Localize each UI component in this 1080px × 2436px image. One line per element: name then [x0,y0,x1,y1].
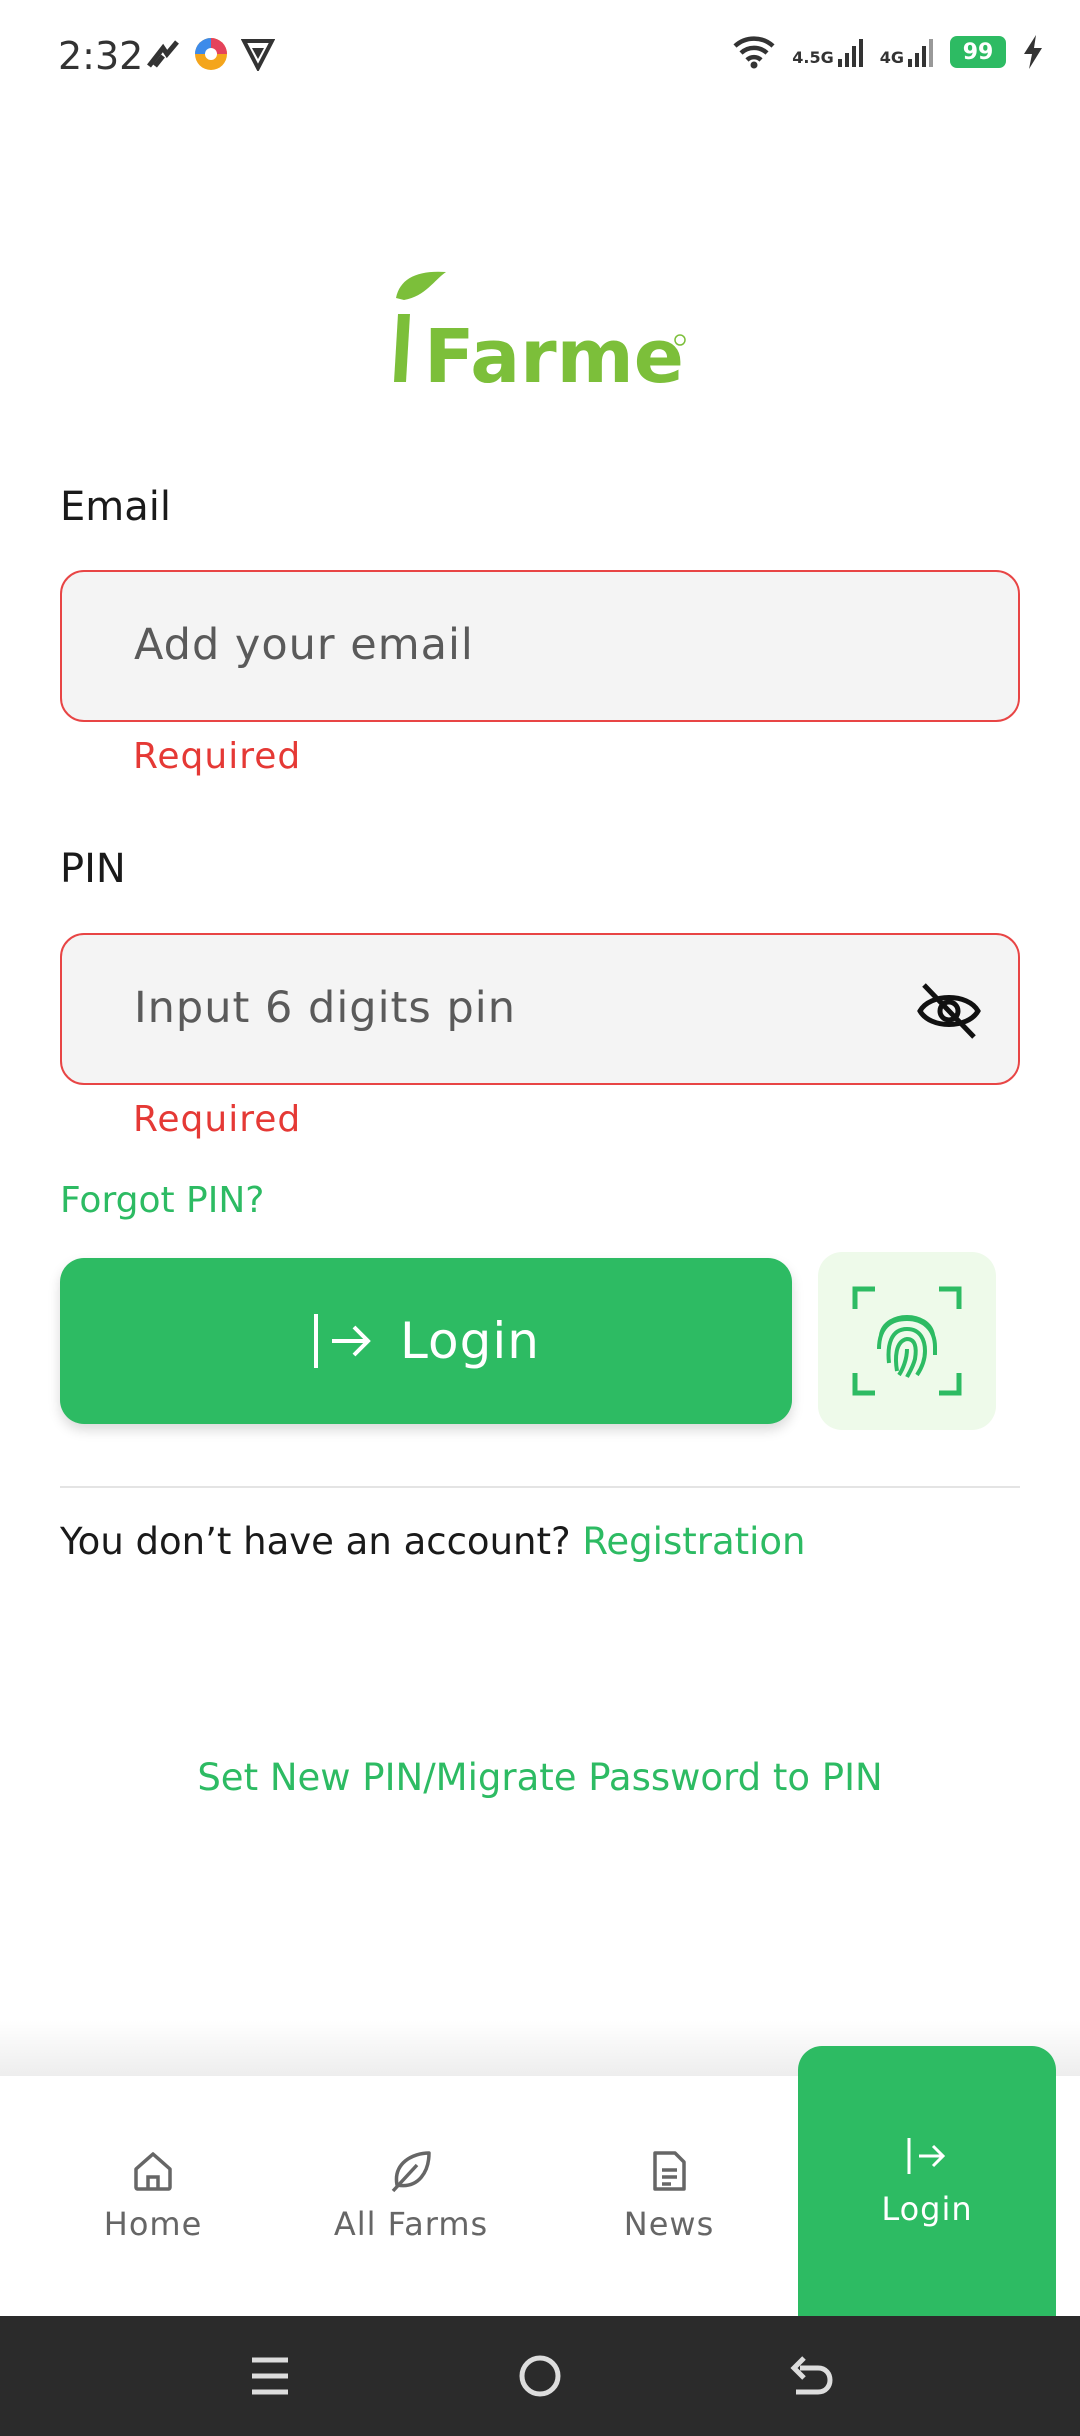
notification-icon [147,40,179,68]
pin-field[interactable]: Input 6 digits pin [60,933,1020,1085]
pin-error: Required [133,1099,302,1140]
pin-placeholder: Input 6 digits pin [134,983,516,1033]
signal-2-label: 4G [879,48,904,67]
status-right-icons: 4.5G 4G 99 [732,34,1044,70]
login-screen: 2:32 4.5G 4G 99 Farme Email Add your ema… [0,0,1080,2436]
document-icon [653,2151,686,2191]
signal-1-label: 4.5G [792,48,834,67]
charging-icon [1024,35,1042,69]
signup-row: You don’t have an account? Registration [60,1520,806,1563]
logo-text: Farmer [424,314,690,388]
nav-item-news[interactable]: News [540,2076,798,2316]
status-left-icons [145,36,275,72]
ifarmer-logo: Farmer [390,268,721,400]
no-account-text: You don’t have an account? [60,1520,583,1563]
email-field[interactable]: Add your email [60,570,1020,722]
fingerprint-button[interactable] [818,1252,996,1430]
nav-item-login[interactable]: Login [798,2046,1056,2316]
status-bar: 2:32 4.5G 4G 99 [0,0,1080,118]
status-time: 2:32 [58,34,144,78]
email-placeholder: Add your email [134,620,474,670]
nav-item-home[interactable]: Home [24,2076,282,2316]
vpn-icon [241,39,275,71]
forgot-pin-link[interactable]: Forgot PIN? [60,1180,264,1221]
migrate-pin-link[interactable]: Set New PIN/Migrate Password to PIN [0,1756,1080,1799]
home-button-icon[interactable] [510,2346,570,2406]
divider [60,1486,1020,1488]
wifi-icon [733,36,775,69]
bottom-nav: Home All Farms News Login [0,2046,1080,2316]
nav-item-all-farms[interactable]: All Farms [282,2076,540,2316]
fingerprint-icon [852,1286,962,1396]
registration-link[interactable]: Registration [582,1520,805,1563]
leaf-icon [391,2151,431,2193]
login-button[interactable]: Login [60,1258,792,1424]
nav-label-all-farms: All Farms [333,2205,489,2243]
email-label: Email [60,484,171,530]
back-icon[interactable] [780,2346,840,2406]
ifarmer-logo-graphic: Farmer [394,271,721,400]
nav-label-login: Login [881,2190,973,2228]
nav-label-news: News [623,2205,715,2243]
eye-off-icon[interactable] [916,981,982,1041]
battery-icon: 99 [950,36,1006,68]
signal-icon [908,39,933,67]
home-icon [134,2152,172,2191]
pin-label: PIN [60,846,126,892]
signal-1: 4.5G [792,37,863,67]
login-icon [907,2138,946,2174]
menu-icon[interactable] [240,2346,300,2406]
signal-icon [837,39,863,67]
nav-label-home: Home [103,2205,203,2243]
email-error: Required [133,736,302,777]
app-icon [195,38,227,70]
system-nav-bar [0,2316,1080,2436]
login-button-label: Login [400,1312,540,1370]
login-icon [314,1314,371,1368]
signal-2: 4G [880,37,934,67]
